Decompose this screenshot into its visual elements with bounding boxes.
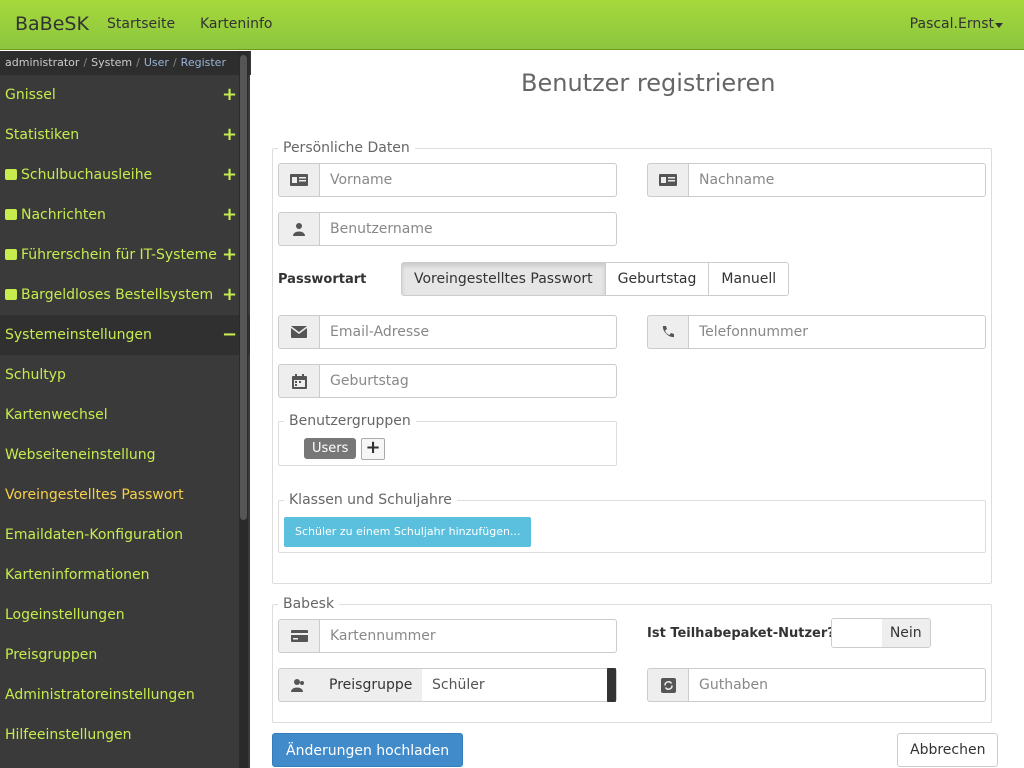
credit-input[interactable]: Guthaben <box>688 668 986 702</box>
sidebar-scrollbar[interactable] <box>239 51 248 768</box>
expand-icon[interactable]: + <box>222 235 237 275</box>
expand-icon[interactable]: + <box>222 195 237 235</box>
refresh-icon <box>647 668 688 702</box>
sidebar-item-label: Gnissel <box>5 87 56 103</box>
license-icon <box>5 249 17 260</box>
breadcrumb-item[interactable]: System <box>91 56 132 69</box>
top-navbar: BaBeSK Startseite Karteninfo Pascal.Erns… <box>0 0 1024 50</box>
user-menu[interactable]: Pascal.Ernst <box>910 16 994 32</box>
scrollbar-thumb[interactable] <box>240 55 247 520</box>
id-card-icon <box>647 163 688 197</box>
breadcrumb-item[interactable]: Register <box>181 56 226 69</box>
sidebar-item-fuehrerschein[interactable]: Führerschein für IT-Systeme + <box>0 235 250 275</box>
sidebar-subitem-logeinstellungen[interactable]: Logeinstellungen <box>0 595 250 635</box>
switch-handle[interactable] <box>832 619 882 647</box>
password-preset-button[interactable]: Voreingestelltes Passwort <box>401 262 606 296</box>
pricegroup-group <box>278 668 320 702</box>
expand-icon[interactable]: + <box>222 155 237 195</box>
sidebar-subitem-webseiteneinstellung[interactable]: Webseiteneinstellung <box>0 435 250 475</box>
sidebar-item-gnissel[interactable]: Gnissel + <box>0 75 250 115</box>
fieldset-legend: Babesk <box>283 596 335 612</box>
password-type-buttons: Voreingestelltes Passwort Geburtstag Man… <box>401 262 790 296</box>
nav-link-karteninfo[interactable]: Karteninfo <box>200 16 273 32</box>
sidebar-subitem-voreingestelltes-passwort[interactable]: Voreingestelltes Passwort <box>0 475 250 515</box>
sidebar-item-label: Bargeldloses Bestellsystem <box>21 287 214 303</box>
breadcrumb-item[interactable]: administrator <box>5 56 79 69</box>
pricegroup-select[interactable]: Schüler <box>422 668 617 702</box>
sidebar-subitem-hilfeeinstellungen[interactable]: Hilfeeinstellungen <box>0 715 250 755</box>
user-group-icon <box>278 668 319 702</box>
username-group: Benutzername <box>278 212 617 246</box>
sidebar-subitem-preisgruppen[interactable]: Preisgruppen <box>0 635 250 675</box>
lastname-input[interactable]: Nachname <box>688 163 986 197</box>
page-title: Benutzer registrieren <box>521 69 776 97</box>
firstname-input[interactable]: Vorname <box>319 163 617 197</box>
sidebar-item-systemeinstellungen[interactable]: Systemeinstellungen − <box>0 315 250 355</box>
birthday-group: Geburtstag <box>278 364 617 398</box>
expand-icon[interactable]: + <box>222 115 237 155</box>
book-icon <box>5 169 17 180</box>
nav-link-startseite[interactable]: Startseite <box>107 16 175 32</box>
add-usergroup-button[interactable]: + <box>361 438 385 460</box>
participation-label: Ist Teilhabepaket-Nutzer? <box>647 626 835 641</box>
brand-logo[interactable]: BaBeSK <box>15 13 89 35</box>
submit-button[interactable]: Änderungen hochladen <box>272 733 464 767</box>
birthday-input[interactable]: Geburtstag <box>319 364 617 398</box>
message-icon <box>5 209 17 220</box>
sidebar-subitem-schultyp[interactable]: Schultyp <box>0 355 250 395</box>
sidebar-item-statistiken[interactable]: Statistiken + <box>0 115 250 155</box>
sidebar-subitem-karteninformationen[interactable]: Karteninformationen <box>0 555 250 595</box>
fieldset-legend: Klassen und Schuljahre <box>289 492 452 508</box>
sidebar-item-label: Nachrichten <box>21 207 106 223</box>
usergroup-badge[interactable]: Users <box>304 438 357 459</box>
pricegroup-label: Preisgruppe <box>319 668 424 702</box>
sidebar-item-nachrichten[interactable]: Nachrichten + <box>0 195 250 235</box>
calendar-icon <box>278 364 319 398</box>
cancel-button[interactable]: Abbrechen <box>897 733 999 767</box>
envelope-icon <box>278 315 319 349</box>
expand-icon[interactable]: + <box>222 75 237 115</box>
fieldset-legend: Benutzergruppen <box>289 413 411 429</box>
food-icon <box>5 289 17 300</box>
expand-icon[interactable]: + <box>222 275 237 315</box>
sidebar-subitem-kartenwechsel[interactable]: Kartenwechsel <box>0 395 250 435</box>
sidebar-item-label: Führerschein für IT-Systeme <box>21 247 217 263</box>
username-input[interactable]: Benutzername <box>319 212 617 246</box>
main-content: Benutzer registrieren Persönliche Daten … <box>251 51 1024 768</box>
cardnumber-input[interactable]: Kartennummer <box>319 619 617 653</box>
phone-input[interactable]: Telefonnummer <box>688 315 986 349</box>
add-schoolyear-button[interactable]: Schüler zu einem Schuljahr hinzufügen... <box>284 517 532 547</box>
email-group: Email-Adresse <box>278 315 617 349</box>
sidebar-item-bestellsystem[interactable]: Bargeldloses Bestellsystem + <box>0 275 250 315</box>
fieldset-legend: Persönliche Daten <box>283 140 410 156</box>
sidebar-item-label: Statistiken <box>5 127 80 143</box>
collapse-icon[interactable]: − <box>222 315 237 355</box>
phone-group: Telefonnummer <box>647 315 986 349</box>
credit-card-icon <box>278 619 319 653</box>
sidebar-item-label: Systemeinstellungen <box>5 327 152 343</box>
sidebar: administrator / System / User / Register Gniss… <box>0 51 250 768</box>
participation-switch[interactable]: Nein <box>831 618 931 648</box>
sidebar-subitem-administratoreinstellungen[interactable]: Administratoreinstellungen <box>0 675 250 715</box>
password-manual-button[interactable]: Manuell <box>708 262 790 296</box>
credit-group: Guthaben <box>647 668 986 702</box>
cardnumber-group: Kartennummer <box>278 619 617 653</box>
breadcrumb-item[interactable]: User <box>144 56 169 69</box>
id-card-icon <box>278 163 319 197</box>
breadcrumb: administrator / System / User / Register <box>0 51 250 75</box>
phone-icon <box>647 315 688 349</box>
password-type-label: Passwortart <box>278 272 367 287</box>
sidebar-item-schulbuchausleihe[interactable]: Schulbuchausleihe + <box>0 155 250 195</box>
chevron-down-icon[interactable] <box>607 668 616 702</box>
email-input[interactable]: Email-Adresse <box>319 315 617 349</box>
firstname-group: Vorname <box>278 163 617 197</box>
lastname-group: Nachname <box>647 163 986 197</box>
babesk-fieldset: Babesk <box>272 596 992 723</box>
sidebar-item-label: Schulbuchausleihe <box>21 167 153 183</box>
switch-label: Nein <box>881 619 930 647</box>
sidebar-subitem-emaildaten[interactable]: Emaildaten-Konfiguration <box>0 515 250 555</box>
chevron-down-icon[interactable] <box>995 23 1003 28</box>
user-icon <box>278 212 319 246</box>
password-birthday-button[interactable]: Geburtstag <box>604 262 710 296</box>
